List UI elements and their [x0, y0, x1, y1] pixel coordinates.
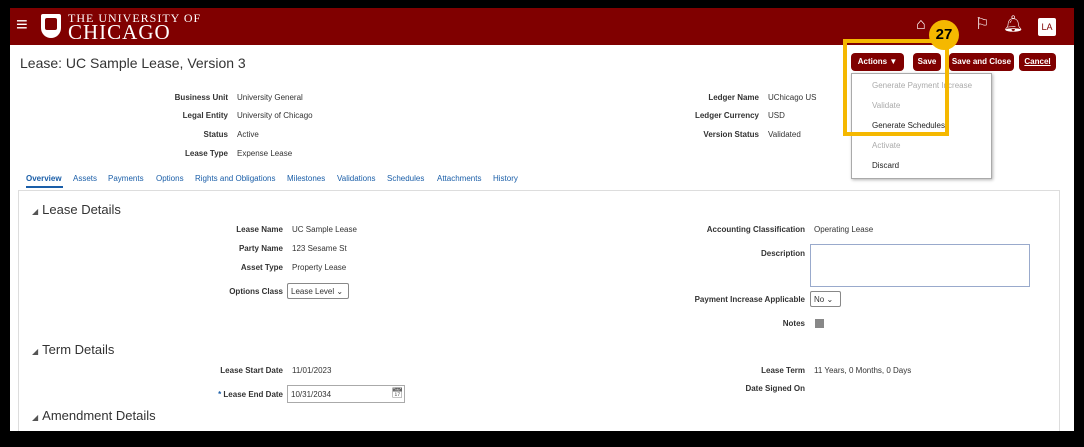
active-tab-indicator [26, 186, 63, 188]
cancel-button[interactable]: Cancel [1019, 53, 1056, 71]
notes-icon[interactable] [815, 319, 824, 328]
party-name-value: 123 Sesame St [292, 244, 347, 253]
calendar-icon[interactable]: 📅︎ [391, 388, 404, 399]
version-status-label: Version Status [703, 130, 759, 139]
tab-payments[interactable]: Payments [108, 174, 144, 183]
accounting-classification-value: Operating Lease [814, 225, 874, 234]
lease-end-date-label: * Lease End Date [190, 390, 283, 399]
tab-validations[interactable]: Validations [337, 174, 376, 183]
legal-entity-value: University of Chicago [237, 111, 313, 120]
step-number-badge: 27 [929, 20, 959, 50]
lease-name-value: UC Sample Lease [292, 225, 357, 234]
ledger-currency-value: USD [768, 111, 785, 120]
lease-name-label: Lease Name [236, 225, 283, 234]
business-unit-value: University General [237, 93, 303, 102]
tab-rights-and-obligations[interactable]: Rights and Obligations [195, 174, 276, 183]
options-class-label: Options Class [229, 287, 283, 296]
ledger-name-value: UChicago US [768, 93, 817, 102]
lease-end-date-label-text: Lease End Date [223, 390, 283, 399]
menu-item-discard[interactable]: Discard [872, 161, 899, 170]
collapse-triangle-icon[interactable]: ◢ [32, 207, 38, 216]
lease-end-date-input[interactable]: 10/31/2034 [287, 385, 405, 403]
save-and-close-button[interactable]: Save and Close [949, 53, 1014, 71]
description-textarea[interactable] [810, 244, 1030, 287]
lease-type-label: Lease Type [185, 149, 228, 158]
party-name-label: Party Name [238, 244, 283, 253]
menu-icon[interactable]: ≡ [16, 14, 28, 36]
flag-icon[interactable]: ⚐ [975, 16, 989, 34]
payment-increase-label: Payment Increase Applicable [694, 295, 805, 304]
tab-options[interactable]: Options [156, 174, 184, 183]
lease-details-header[interactable]: ◢ Lease Details [32, 202, 121, 217]
lease-details-title: Lease Details [42, 202, 121, 217]
chevron-down-icon: ⌄ [336, 287, 344, 296]
term-details-header[interactable]: ◢ Term Details [32, 342, 114, 357]
asset-type-value: Property Lease [292, 263, 347, 272]
lease-term-label: Lease Term [761, 366, 805, 375]
chevron-down-icon: ⌄ [826, 295, 834, 304]
notes-label: Notes [782, 319, 805, 328]
options-class-value: Lease Level [291, 287, 335, 296]
university-crest-icon [41, 14, 61, 38]
options-class-select[interactable]: Lease Level ⌄ [287, 283, 349, 299]
payment-increase-select[interactable]: No ⌄ [810, 291, 841, 307]
amendment-details-title: Amendment Details [42, 408, 156, 423]
tab-attachments[interactable]: Attachments [437, 174, 481, 183]
tab-overview[interactable]: Overview [26, 174, 62, 183]
payment-increase-value: No [814, 295, 825, 304]
collapse-triangle-icon[interactable]: ◢ [32, 347, 38, 356]
user-avatar[interactable]: LA [1038, 18, 1056, 36]
page-title: Lease: UC Sample Lease, Version 3 [20, 55, 246, 71]
status-label: Status [203, 130, 228, 139]
accounting-classification-label: Accounting Classification [706, 225, 805, 234]
tab-history[interactable]: History [493, 174, 518, 183]
tab-schedules[interactable]: Schedules [387, 174, 424, 183]
version-status-value: Validated [768, 130, 801, 139]
lease-type-value: Expense Lease [237, 149, 293, 158]
description-label: Description [760, 249, 805, 258]
date-signed-label: Date Signed On [745, 384, 805, 393]
amendment-details-header[interactable]: ◢ Amendment Details [32, 408, 156, 423]
lease-start-date-value: 11/01/2023 [292, 366, 332, 375]
overview-panel [18, 190, 1060, 431]
ledger-currency-label: Ledger Currency [694, 111, 759, 120]
tab-assets[interactable]: Assets [73, 174, 97, 183]
home-icon[interactable]: ⌂ [916, 16, 926, 34]
menu-item-activate[interactable]: Activate [872, 141, 900, 150]
collapse-triangle-icon[interactable]: ◢ [32, 413, 38, 422]
lease-term-value: 11 Years, 0 Months, 0 Days [814, 366, 912, 375]
logo-text-big: CHICAGO [68, 20, 171, 44]
ledger-name-label: Ledger Name [708, 93, 759, 102]
asset-type-label: Asset Type [240, 263, 283, 272]
legal-entity-label: Legal Entity [182, 111, 228, 120]
lease-start-date-label: Lease Start Date [220, 366, 283, 375]
tab-milestones[interactable]: Milestones [287, 174, 325, 183]
status-value: Active [237, 130, 259, 139]
business-unit-label: Business Unit [174, 93, 228, 102]
term-details-title: Term Details [42, 342, 115, 357]
callout-highlight-box [843, 39, 949, 136]
app-window: ≡ THE UNIVERSITY OF CHICAGO ⌂ ⚐ 🔔︎ LA Le… [10, 8, 1074, 431]
bell-icon[interactable]: 🔔︎ [1003, 16, 1023, 34]
